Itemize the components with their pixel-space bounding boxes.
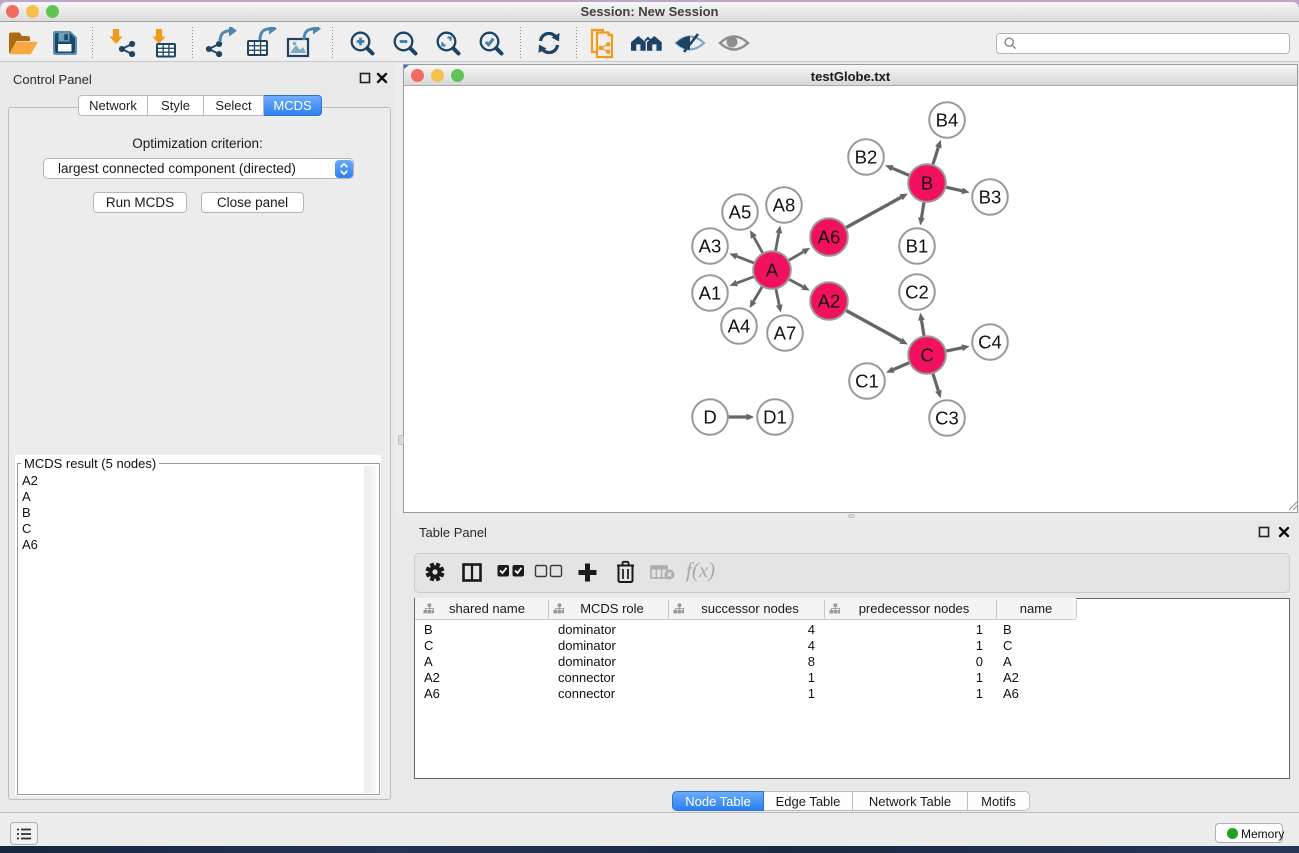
svg-text:A6: A6 [818,227,841,248]
svg-text:A3: A3 [699,236,722,257]
svg-text:B3: B3 [979,187,1002,208]
svg-text:B4: B4 [936,110,959,131]
svg-text:B: B [921,173,933,194]
svg-text:A8: A8 [773,195,796,216]
svg-text:A7: A7 [774,323,797,344]
svg-text:A: A [766,260,779,281]
svg-text:C4: C4 [978,332,1002,353]
svg-text:D: D [703,407,716,428]
svg-text:A2: A2 [818,291,841,312]
svg-text:B1: B1 [906,236,929,257]
svg-text:A5: A5 [729,202,752,223]
svg-text:A1: A1 [699,283,722,304]
svg-text:C3: C3 [935,408,959,429]
svg-text:C: C [920,345,933,366]
svg-text:B2: B2 [855,147,878,168]
svg-text:A4: A4 [728,316,751,337]
svg-text:D1: D1 [763,407,787,428]
svg-text:C1: C1 [855,371,879,392]
svg-text:C2: C2 [905,282,929,303]
